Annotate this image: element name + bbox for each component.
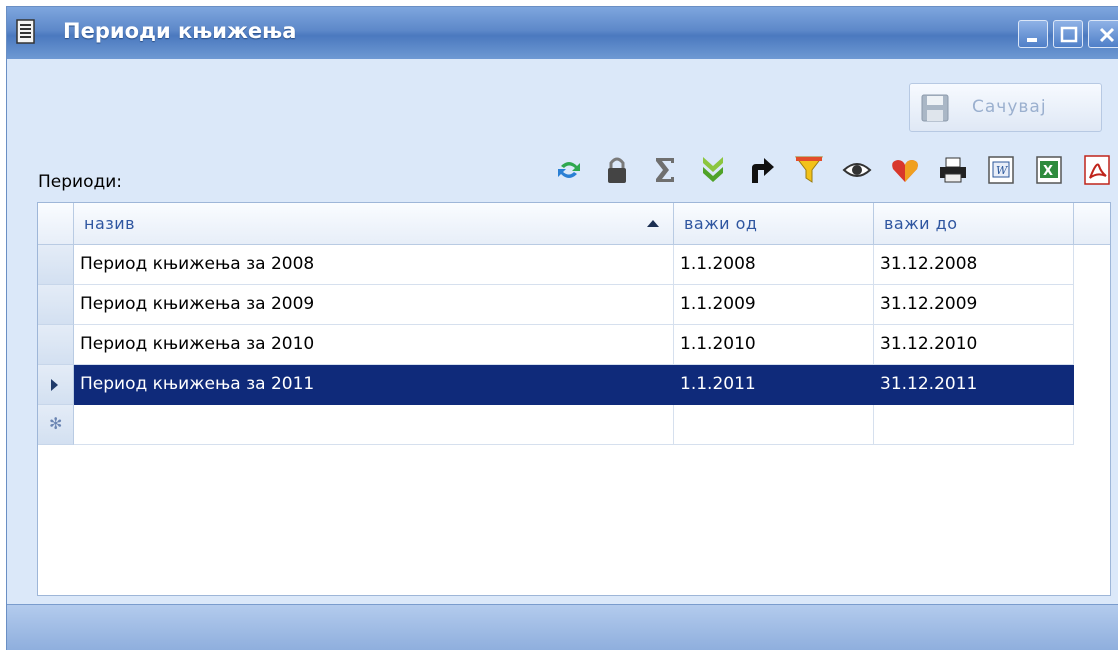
row-selector[interactable]: ✻ (38, 405, 74, 445)
grid-toolbar: W X (551, 152, 1118, 194)
row-selector[interactable] (38, 325, 74, 365)
lock-icon[interactable] (599, 152, 635, 188)
maximize-icon (1060, 26, 1078, 43)
window-title: Периоди књижења (63, 19, 297, 43)
cell-valid-to[interactable] (874, 405, 1074, 445)
sum-icon[interactable] (647, 152, 683, 188)
status-bar (7, 604, 1118, 650)
table-row[interactable]: Период књижења за 2008 1.1.2008 31.12.20… (38, 245, 1074, 285)
cell-name[interactable]: Период књижења за 2010 (74, 325, 674, 365)
svg-text:W: W (996, 164, 1009, 177)
document-icon (16, 19, 35, 44)
cell-name[interactable] (74, 405, 674, 445)
grid-header: назив важи од важи до (38, 203, 1110, 245)
refresh-icon[interactable] (551, 152, 587, 188)
excel-export-icon[interactable]: X (1031, 152, 1067, 188)
close-icon (1099, 27, 1115, 43)
minimize-button[interactable] (1018, 20, 1048, 48)
new-row-icon: ✻ (49, 414, 63, 433)
column-label-valid-from: важи од (684, 214, 758, 233)
maximize-button[interactable] (1053, 20, 1083, 48)
pdf-export-icon[interactable] (1079, 152, 1115, 188)
title-bar[interactable]: Периоди књижења (7, 7, 1118, 59)
heart-icon[interactable] (887, 152, 923, 188)
row-selector[interactable] (38, 285, 74, 325)
periods-label: Периоди: (38, 172, 123, 192)
close-button[interactable] (1088, 20, 1118, 48)
cell-valid-from[interactable] (674, 405, 874, 445)
periods-window: Периоди књижења Сачувај Периоди: W X наз… (6, 6, 1118, 650)
table-row[interactable]: Период књижења за 2010 1.1.2010 31.12.20… (38, 325, 1074, 365)
cell-valid-from[interactable]: 1.1.2011 (674, 365, 874, 405)
column-header-valid-from[interactable]: важи од (674, 203, 874, 245)
save-button-label: Сачувај (972, 97, 1047, 117)
cell-valid-to[interactable]: 31.12.2011 (874, 365, 1074, 405)
minimize-icon (1027, 38, 1037, 42)
redirect-arrow-icon[interactable] (743, 152, 779, 188)
header-corner (38, 203, 74, 245)
sort-ascending-icon (647, 220, 659, 227)
expand-down-icon[interactable] (695, 152, 731, 188)
cell-valid-from[interactable]: 1.1.2009 (674, 285, 874, 325)
column-header-valid-to[interactable]: важи до (874, 203, 1074, 245)
periods-grid: назив важи од важи до Период књижења за … (37, 202, 1111, 596)
table-row-selected[interactable]: Период књижења за 2011 1.1.2011 31.12.20… (38, 365, 1074, 405)
word-export-icon[interactable]: W (983, 152, 1019, 188)
new-row[interactable]: ✻ (38, 405, 1074, 445)
print-icon[interactable] (935, 152, 971, 188)
save-button[interactable]: Сачувај (909, 83, 1102, 132)
cell-name[interactable]: Период књижења за 2011 (74, 365, 674, 405)
cell-name[interactable]: Период књижења за 2009 (74, 285, 674, 325)
column-header-name[interactable]: назив (74, 203, 674, 245)
cell-valid-to[interactable]: 31.12.2010 (874, 325, 1074, 365)
eye-icon[interactable] (839, 152, 875, 188)
cell-valid-to[interactable]: 31.12.2008 (874, 245, 1074, 285)
row-selector[interactable] (38, 365, 74, 405)
column-label-valid-to: важи до (884, 214, 958, 233)
table-row[interactable]: Период књижења за 2009 1.1.2009 31.12.20… (38, 285, 1074, 325)
floppy-disk-icon (921, 94, 949, 122)
cell-name[interactable]: Период књижења за 2008 (74, 245, 674, 285)
svg-text:X: X (1043, 164, 1053, 179)
cell-valid-to[interactable]: 31.12.2009 (874, 285, 1074, 325)
row-selector[interactable] (38, 245, 74, 285)
filter-icon[interactable] (791, 152, 827, 188)
cell-valid-from[interactable]: 1.1.2010 (674, 325, 874, 365)
current-row-icon (51, 379, 58, 391)
column-label-name: назив (84, 214, 136, 233)
cell-valid-from[interactable]: 1.1.2008 (674, 245, 874, 285)
